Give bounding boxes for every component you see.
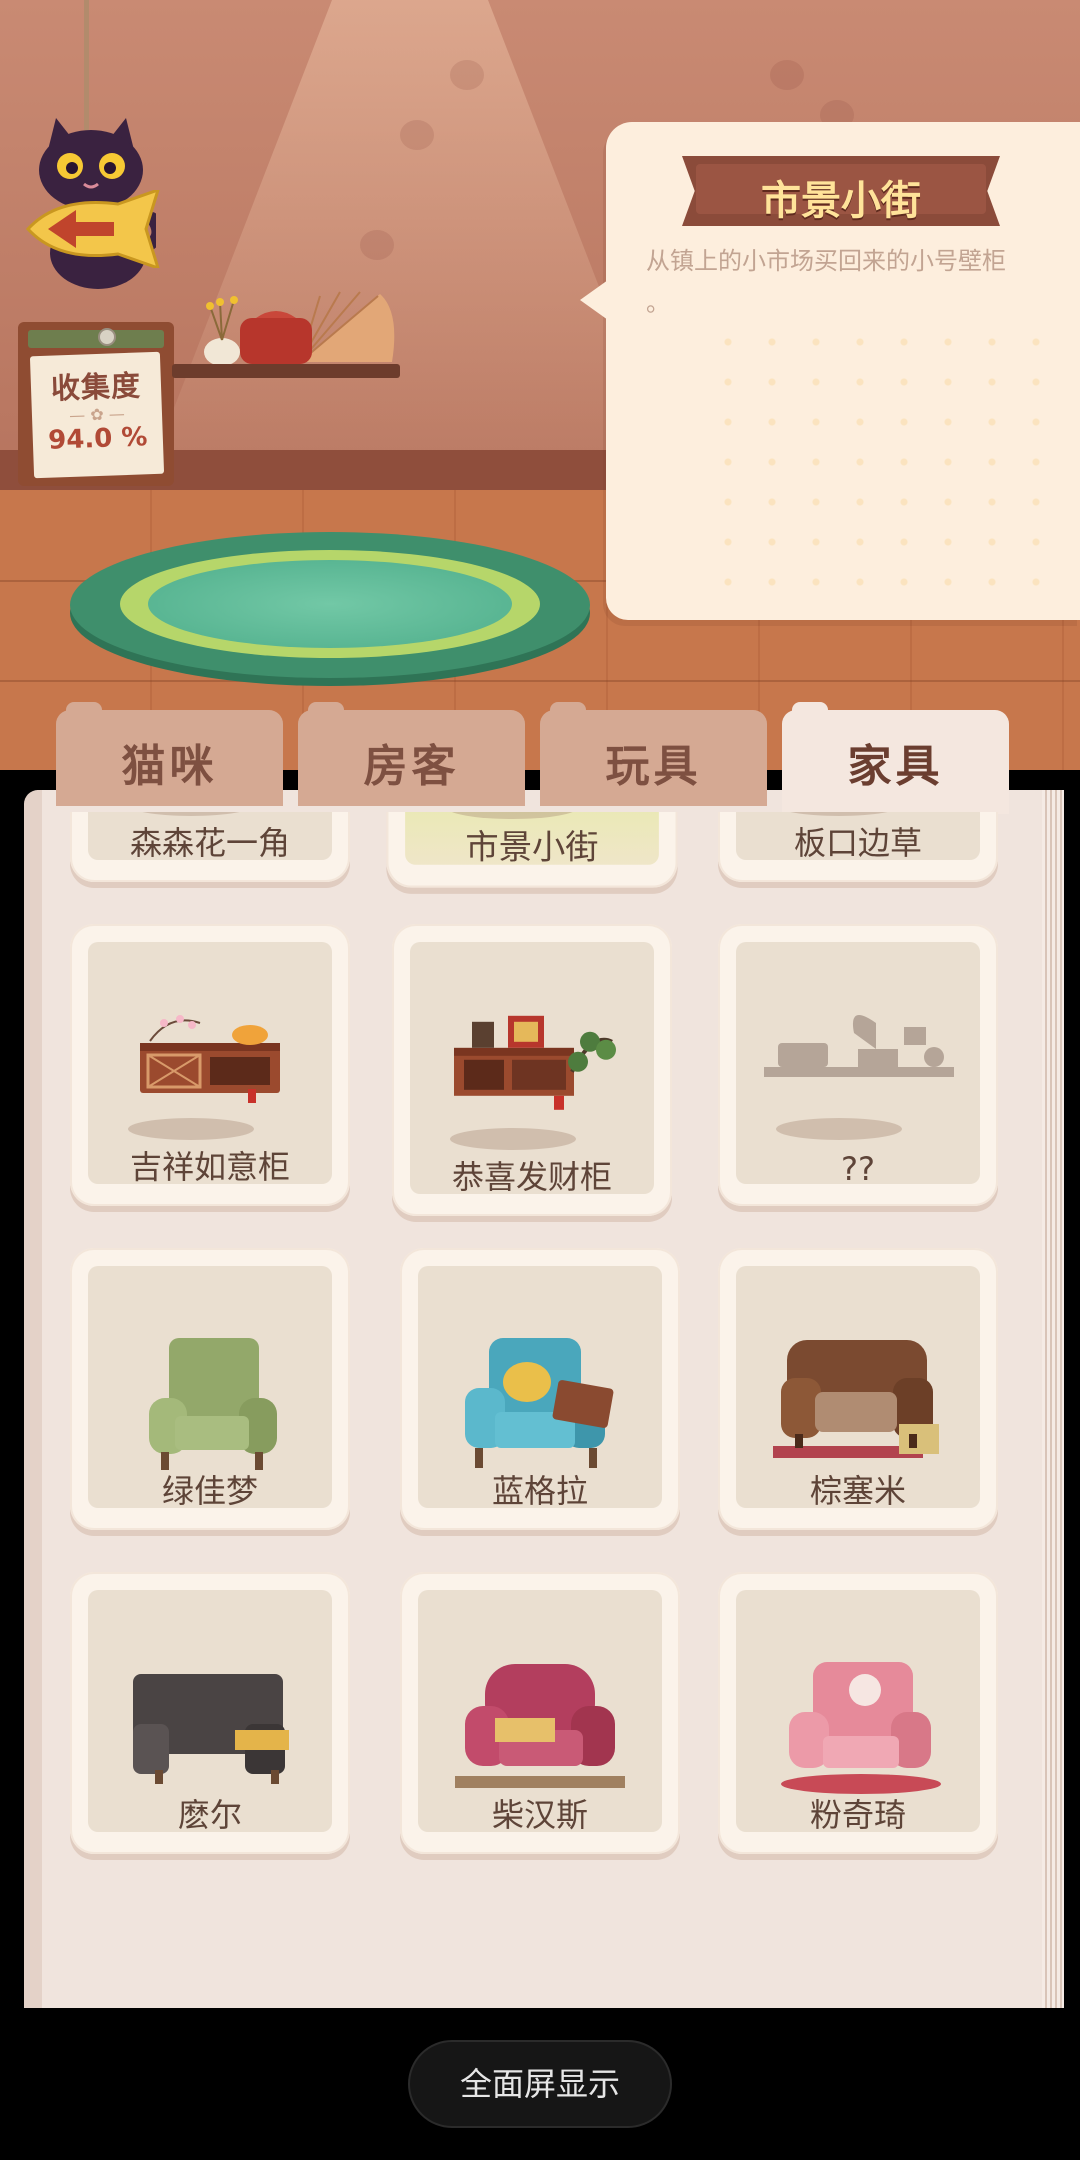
item-card[interactable]: 板口边草 bbox=[718, 812, 998, 882]
ceiling-light-beam bbox=[150, 0, 670, 470]
item-card[interactable]: 绿佳梦 bbox=[70, 1248, 350, 1530]
item-info-panel: 市景小街 从镇上的小市场买回来的小号壁柜 。 bbox=[580, 122, 1080, 620]
tab-tenants[interactable]: 房客 bbox=[298, 702, 525, 806]
item-card-locked[interactable]: ?? bbox=[718, 924, 998, 1206]
panel-pattern bbox=[706, 322, 1066, 612]
brown-armchair-icon bbox=[773, 1340, 939, 1458]
locked-gramophone-cabinet-icon bbox=[764, 1015, 954, 1077]
item-card[interactable]: 棕塞米 bbox=[718, 1248, 998, 1530]
tab-furniture[interactable]: 家具 bbox=[782, 702, 1009, 814]
item-label: 板口边草 bbox=[793, 824, 922, 862]
system-bottom-bar: 全面屏显示 bbox=[0, 2008, 1080, 2160]
tab-cats[interactable]: 猫咪 bbox=[56, 702, 283, 806]
book-page-edge bbox=[1042, 790, 1064, 2008]
item-label: 棕塞米 bbox=[809, 1472, 906, 1510]
wall-shelf-decor bbox=[204, 291, 395, 366]
wall-shelf bbox=[172, 364, 400, 378]
item-description-tail: 。 bbox=[646, 289, 670, 317]
fullscreen-display-button[interactable]: 全面屏显示 bbox=[408, 2040, 672, 2128]
item-title-banner: 市景小街 bbox=[682, 156, 1000, 226]
tab-label: 家具 bbox=[847, 741, 944, 792]
item-card[interactable]: 麽尔 bbox=[70, 1572, 350, 1854]
item-card[interactable]: 柴汉斯 bbox=[400, 1572, 680, 1854]
blue-armchair-icon bbox=[465, 1338, 614, 1468]
paw-print-icon bbox=[770, 60, 804, 90]
paw-print-icon bbox=[450, 60, 484, 90]
tab-toys[interactable]: 玩具 bbox=[540, 702, 767, 806]
item-label: 吉祥如意柜 bbox=[129, 1148, 290, 1186]
item-card[interactable]: 蓝格拉 bbox=[400, 1248, 680, 1530]
item-card-selected[interactable]: 市景小街 bbox=[386, 812, 678, 888]
item-card[interactable]: 粉奇琦 bbox=[718, 1572, 998, 1854]
back-arrow-fish-button[interactable] bbox=[18, 190, 163, 268]
item-label: 绿佳梦 bbox=[161, 1472, 258, 1510]
item-card[interactable]: 森森花一角 bbox=[70, 812, 350, 882]
item-description-text: 从镇上的小市场买回来的小号壁柜 bbox=[646, 247, 1006, 275]
tab-label: 房客 bbox=[363, 741, 460, 792]
item-label: 麽尔 bbox=[177, 1796, 242, 1834]
tab-label: 玩具 bbox=[605, 741, 702, 792]
item-label: 森森花一角 bbox=[129, 824, 290, 862]
collection-value: 94.0 % bbox=[47, 422, 148, 456]
item-label: 粉奇琦 bbox=[809, 1796, 906, 1834]
collection-rate-board: 收集度 — ✿ — 94.0 % bbox=[18, 322, 174, 486]
pink-armchair-icon bbox=[781, 1662, 941, 1794]
hanging-rope bbox=[84, 0, 89, 130]
pin-icon bbox=[98, 328, 116, 346]
category-tabs: 猫咪 房客 玩具 家具 bbox=[56, 702, 1016, 814]
paw-print-icon bbox=[360, 230, 394, 260]
black-armchair-icon bbox=[133, 1674, 289, 1784]
item-label: 恭喜发财柜 bbox=[451, 1158, 612, 1196]
item-card[interactable]: 恭喜发财柜 bbox=[392, 924, 672, 1216]
round-rug bbox=[70, 532, 590, 678]
paw-print-icon bbox=[400, 120, 434, 150]
item-label: ?? bbox=[841, 1150, 875, 1188]
tab-label: 猫咪 bbox=[121, 741, 218, 792]
green-armchair-icon bbox=[149, 1338, 277, 1470]
item-label: 市景小街 bbox=[465, 827, 599, 867]
lucky-cabinet-icon bbox=[140, 1015, 280, 1103]
item-title: 市景小街 bbox=[761, 178, 921, 224]
red-armchair-icon bbox=[455, 1664, 625, 1788]
item-grid-viewport[interactable]: 森森花一角 市景小街 板口边草 吉祥如意柜 恭喜发财柜 ?? 绿佳梦 蓝格拉 棕… bbox=[62, 812, 1020, 1874]
collection-label: 收集度 bbox=[50, 368, 142, 406]
fortune-cabinet-icon bbox=[454, 1015, 616, 1110]
item-card[interactable]: 吉祥如意柜 bbox=[70, 924, 350, 1206]
item-description: 从镇上的小市场买回来的小号壁柜 。 bbox=[646, 240, 1056, 324]
item-label: 蓝格拉 bbox=[491, 1472, 588, 1510]
item-label: 柴汉斯 bbox=[491, 1796, 588, 1834]
